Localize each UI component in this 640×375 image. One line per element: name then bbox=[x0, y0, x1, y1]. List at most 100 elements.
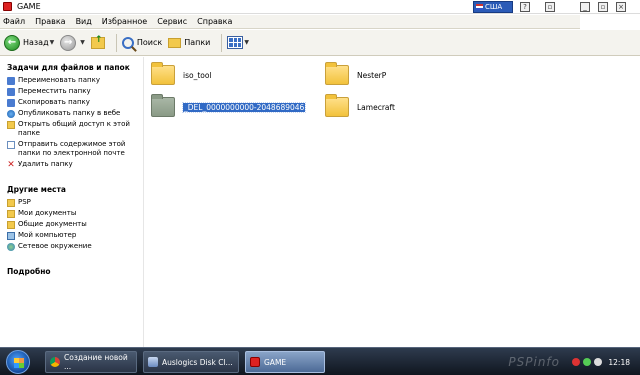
back-arrow-icon: ← bbox=[4, 34, 20, 51]
window-title: GAME bbox=[17, 2, 41, 11]
title-bar: GAME США ? ▫ _ ▫ × bbox=[0, 0, 640, 14]
task-label: Отправить содержимое этой папки по элект… bbox=[18, 140, 126, 157]
menu-help[interactable]: Справка bbox=[197, 17, 232, 26]
back-label: Назад bbox=[23, 38, 49, 47]
rename-icon bbox=[7, 77, 15, 85]
places-section-title[interactable]: Другие места bbox=[7, 185, 143, 194]
folder-name: _DEL_0000000000-2048689046 bbox=[181, 101, 307, 113]
views-button[interactable]: ▼ bbox=[227, 36, 249, 49]
menu-favorites[interactable]: Избранное bbox=[102, 17, 147, 26]
views-icon bbox=[227, 36, 244, 49]
share-folder-icon bbox=[7, 121, 15, 129]
system-tray: 12:18 bbox=[540, 348, 640, 375]
toolbar: ← Назад ▼ → ▼ Поиск Папки ▼ bbox=[0, 30, 640, 56]
details-section-title[interactable]: Подробно bbox=[7, 267, 143, 276]
taskbar-button-auslogics[interactable]: Auslogics Disk Cl... bbox=[143, 351, 239, 373]
search-label: Поиск bbox=[136, 38, 163, 47]
folders-icon bbox=[168, 37, 182, 48]
place-label: Общие документы bbox=[18, 220, 87, 228]
chrome-icon bbox=[50, 357, 60, 367]
chevron-down-icon[interactable]: ▼ bbox=[80, 39, 85, 46]
task-delete[interactable]: ✕ Удалить папку bbox=[7, 160, 143, 170]
globe-icon bbox=[7, 110, 15, 118]
close-button[interactable]: × bbox=[616, 2, 626, 12]
forward-button[interactable]: → ▼ bbox=[60, 34, 85, 51]
task-label: Скопировать папку bbox=[18, 98, 90, 106]
task-label: Открыть общий доступ к этой папке bbox=[18, 120, 130, 137]
toolbar-separator bbox=[115, 33, 117, 52]
folder-icon bbox=[325, 94, 349, 117]
place-my-computer[interactable]: Мой компьютер bbox=[7, 231, 143, 240]
menu-edit[interactable]: Правка bbox=[35, 17, 65, 26]
taskbar: Создание новой ... Auslogics Disk Cl... … bbox=[0, 347, 640, 375]
task-move[interactable]: Переместить папку bbox=[7, 87, 143, 96]
folder-up-icon[interactable] bbox=[90, 35, 105, 49]
folder-name: NesterP bbox=[357, 70, 387, 80]
forward-arrow-icon: → bbox=[60, 34, 77, 51]
folder-icon bbox=[7, 199, 15, 207]
menu-file[interactable]: Файл bbox=[3, 17, 25, 26]
folder-name: Lamecraft bbox=[357, 102, 395, 112]
folders-button[interactable]: Папки bbox=[168, 37, 211, 48]
place-label: Мои документы bbox=[18, 209, 77, 217]
task-label: Переименовать папку bbox=[18, 76, 100, 84]
tray-network-icon[interactable] bbox=[583, 358, 592, 366]
folder-item[interactable]: Lamecraft bbox=[325, 94, 395, 117]
place-shared-documents[interactable]: Общие документы bbox=[7, 220, 143, 229]
taskbar-button-game[interactable]: GAME bbox=[245, 351, 325, 373]
game-folder-icon bbox=[250, 357, 260, 367]
settings-icon[interactable]: ▫ bbox=[545, 2, 555, 12]
task-label: Переместить папку bbox=[18, 87, 91, 95]
task-rename[interactable]: Переименовать папку bbox=[7, 76, 143, 85]
place-label: PSP bbox=[18, 198, 31, 206]
taskbar-button-label: GAME bbox=[264, 357, 287, 367]
folder-icon bbox=[7, 221, 15, 229]
start-button[interactable] bbox=[6, 350, 30, 374]
task-email[interactable]: Отправить содержимое этой папки по элект… bbox=[7, 140, 143, 158]
folder-icon bbox=[7, 210, 15, 218]
flag-icon bbox=[476, 4, 483, 10]
tasks-section-title[interactable]: Задачи для файлов и папок bbox=[7, 63, 143, 72]
clock[interactable]: 12:18 bbox=[608, 358, 630, 367]
folder-icon bbox=[325, 62, 349, 85]
folder-item-selected[interactable]: _DEL_0000000000-2048689046 bbox=[151, 94, 307, 117]
task-copy[interactable]: Скопировать папку bbox=[7, 98, 143, 107]
task-publish[interactable]: Опубликовать папку в вебе bbox=[7, 109, 143, 118]
folder-icon bbox=[151, 62, 175, 85]
taskbar-button-label: Auslogics Disk Cl... bbox=[162, 357, 233, 367]
network-icon bbox=[7, 243, 15, 251]
menu-view[interactable]: Вид bbox=[76, 17, 92, 26]
taskbar-button-chrome[interactable]: Создание новой ... bbox=[45, 351, 137, 373]
tray-volume-icon[interactable] bbox=[594, 358, 603, 366]
place-my-documents[interactable]: Мои документы bbox=[7, 209, 143, 218]
task-share[interactable]: Открыть общий доступ к этой папке bbox=[7, 120, 143, 138]
menu-bar: Файл Правка Вид Избранное Сервис Справка bbox=[0, 15, 640, 29]
place-psp[interactable]: PSP bbox=[7, 198, 143, 207]
back-button[interactable]: ← Назад ▼ bbox=[4, 34, 55, 51]
minimize-button[interactable]: _ bbox=[580, 2, 590, 12]
task-pane: Задачи для файлов и папок Переименовать … bbox=[0, 57, 144, 347]
search-icon bbox=[121, 36, 134, 49]
help-icon[interactable]: ? bbox=[520, 2, 530, 12]
folder-item[interactable]: iso_tool bbox=[151, 62, 212, 85]
tray-app-icon[interactable] bbox=[572, 358, 581, 366]
email-icon bbox=[7, 141, 15, 149]
folder-item[interactable]: NesterP bbox=[325, 62, 387, 85]
folders-label: Папки bbox=[184, 38, 211, 47]
game-folder-icon bbox=[3, 2, 12, 11]
search-button[interactable]: Поиск bbox=[121, 36, 163, 49]
task-label: Удалить папку bbox=[18, 160, 73, 168]
language-indicator[interactable]: США bbox=[473, 1, 513, 13]
place-network[interactable]: Сетевое окружение bbox=[7, 242, 143, 251]
language-label: США bbox=[485, 3, 503, 11]
chevron-down-icon[interactable]: ▼ bbox=[50, 39, 55, 46]
copy-icon bbox=[7, 99, 15, 107]
menu-tools[interactable]: Сервис bbox=[157, 17, 187, 26]
maximize-button[interactable]: ▫ bbox=[598, 2, 608, 12]
auslogics-icon bbox=[148, 357, 158, 367]
computer-icon bbox=[7, 232, 15, 240]
taskbar-button-label: Создание новой ... bbox=[64, 353, 128, 371]
task-label: Опубликовать папку в вебе bbox=[18, 109, 121, 117]
move-icon bbox=[7, 88, 15, 96]
chevron-down-icon[interactable]: ▼ bbox=[244, 39, 249, 46]
